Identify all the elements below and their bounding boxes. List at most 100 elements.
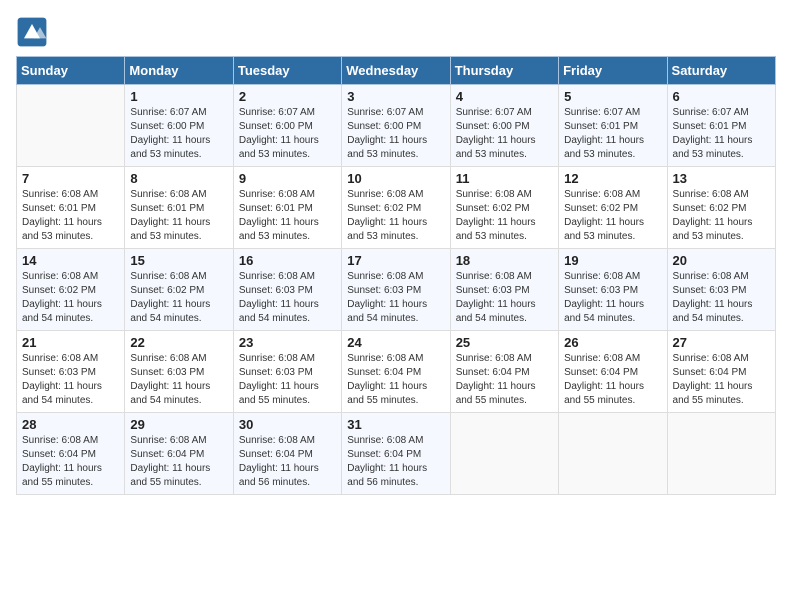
day-number: 5	[564, 89, 661, 104]
day-number: 7	[22, 171, 119, 186]
page-header	[16, 16, 776, 48]
day-info: Sunrise: 6:08 AM Sunset: 6:02 PM Dayligh…	[22, 270, 119, 326]
day-number: 1	[130, 89, 227, 104]
day-number: 28	[22, 417, 119, 432]
calendar-day-cell: 27 Sunrise: 6:08 AM Sunset: 6:04 PM Dayli…	[667, 331, 775, 413]
day-info: Sunrise: 6:08 AM Sunset: 6:04 PM Dayligh…	[130, 434, 227, 490]
day-number: 21	[22, 335, 119, 350]
day-info: Sunrise: 6:08 AM Sunset: 6:04 PM Dayligh…	[347, 352, 444, 408]
calendar-day-cell: 24Sunrise: 6:08 AM Sunset: 6:04 PM Dayli…	[342, 331, 450, 413]
day-info: Sunrise: 6:08 AM Sunset: 6:03 PM Dayligh…	[239, 352, 336, 408]
day-info: Sunrise: 6:08 AM Sunset: 6:04 PM Dayligh…	[22, 434, 119, 490]
weekday-header-cell: Thursday	[450, 57, 558, 85]
calendar-day-cell: 11 Sunrise: 6:08 AM Sunset: 6:02 PM Dayli…	[450, 167, 558, 249]
weekday-header-cell: Tuesday	[233, 57, 341, 85]
day-number: 18	[456, 253, 553, 268]
day-info: Sunrise: 6:08 AM Sunset: 6:03 PM Dayligh…	[347, 270, 444, 326]
weekday-header-row: SundayMondayTuesdayWednesdayThursdayFrid…	[17, 57, 776, 85]
calendar-day-cell: 5 Sunrise: 6:07 AM Sunset: 6:01 PM Daylig…	[559, 85, 667, 167]
calendar-day-cell	[17, 85, 125, 167]
weekday-header-cell: Monday	[125, 57, 233, 85]
day-number: 16	[239, 253, 336, 268]
day-number: 12	[564, 171, 661, 186]
calendar-day-cell: 10 Sunrise: 6:08 AM Sunset: 6:02 PM Dayli…	[342, 167, 450, 249]
calendar-day-cell: 4 Sunrise: 6:07 AM Sunset: 6:00 PM Daylig…	[450, 85, 558, 167]
day-number: 17	[347, 253, 444, 268]
day-info: Sunrise: 6:07 AM Sunset: 6:01 PM Dayligh…	[673, 106, 770, 162]
calendar-day-cell	[667, 413, 775, 495]
logo-icon	[16, 16, 48, 48]
day-number: 30	[239, 417, 336, 432]
day-number: 31	[347, 417, 444, 432]
calendar-body: 1 Sunrise: 6:07 AM Sunset: 6:00 PM Daylig…	[17, 85, 776, 495]
day-number: 13	[673, 171, 770, 186]
day-number: 10	[347, 171, 444, 186]
day-number: 9	[239, 171, 336, 186]
calendar-day-cell: 3 Sunrise: 6:07 AM Sunset: 6:00 PM Daylig…	[342, 85, 450, 167]
day-info: Sunrise: 6:08 AM Sunset: 6:01 PM Dayligh…	[22, 188, 119, 244]
day-info: Sunrise: 6:08 AM Sunset: 6:04 PM Dayligh…	[239, 434, 336, 490]
calendar-header: SundayMondayTuesdayWednesdayThursdayFrid…	[17, 57, 776, 85]
calendar-day-cell: 13Sunrise: 6:08 AM Sunset: 6:02 PM Dayli…	[667, 167, 775, 249]
weekday-header-cell: Sunday	[17, 57, 125, 85]
day-info: Sunrise: 6:08 AM Sunset: 6:02 PM Dayligh…	[130, 270, 227, 326]
calendar-day-cell: 9 Sunrise: 6:08 AM Sunset: 6:01 PM Daylig…	[233, 167, 341, 249]
day-info: Sunrise: 6:07 AM Sunset: 6:00 PM Dayligh…	[347, 106, 444, 162]
day-info: Sunrise: 6:08 AM Sunset: 6:02 PM Dayligh…	[456, 188, 553, 244]
day-number: 4	[456, 89, 553, 104]
day-number: 8	[130, 171, 227, 186]
day-info: Sunrise: 6:08 AM Sunset: 6:03 PM Dayligh…	[22, 352, 119, 408]
day-info: Sunrise: 6:08 AM Sunset: 6:03 PM Dayligh…	[239, 270, 336, 326]
calendar-week-row: 21 Sunrise: 6:08 AM Sunset: 6:03 PM Dayli…	[17, 331, 776, 413]
day-number: 27	[673, 335, 770, 350]
day-info: Sunrise: 6:08 AM Sunset: 6:02 PM Dayligh…	[347, 188, 444, 244]
day-number: 11	[456, 171, 553, 186]
calendar-day-cell: 7 Sunrise: 6:08 AM Sunset: 6:01 PM Daylig…	[17, 167, 125, 249]
day-info: Sunrise: 6:08 AM Sunset: 6:04 PM Dayligh…	[564, 352, 661, 408]
calendar-day-cell: 16 Sunrise: 6:08 AM Sunset: 6:03 PM Dayli…	[233, 249, 341, 331]
day-info: Sunrise: 6:08 AM Sunset: 6:04 PM Dayligh…	[673, 352, 770, 408]
day-info: Sunrise: 6:08 AM Sunset: 6:02 PM Dayligh…	[564, 188, 661, 244]
calendar-day-cell: 17 Sunrise: 6:08 AM Sunset: 6:03 PM Dayli…	[342, 249, 450, 331]
calendar-day-cell: 6 Sunrise: 6:07 AM Sunset: 6:01 PM Daylig…	[667, 85, 775, 167]
day-info: Sunrise: 6:08 AM Sunset: 6:03 PM Dayligh…	[456, 270, 553, 326]
calendar-week-row: 7 Sunrise: 6:08 AM Sunset: 6:01 PM Daylig…	[17, 167, 776, 249]
calendar-day-cell: 12 Sunrise: 6:08 AM Sunset: 6:02 PM Dayli…	[559, 167, 667, 249]
calendar-day-cell: 19 Sunrise: 6:08 AM Sunset: 6:03 PM Dayli…	[559, 249, 667, 331]
day-number: 3	[347, 89, 444, 104]
weekday-header-cell: Friday	[559, 57, 667, 85]
day-number: 6	[673, 89, 770, 104]
day-number: 29	[130, 417, 227, 432]
calendar-day-cell	[450, 413, 558, 495]
day-info: Sunrise: 6:08 AM Sunset: 6:01 PM Dayligh…	[130, 188, 227, 244]
calendar-day-cell: 25Sunrise: 6:08 AM Sunset: 6:04 PM Dayli…	[450, 331, 558, 413]
calendar-day-cell: 1Sunrise: 6:07 AM Sunset: 6:00 PM Daylig…	[125, 85, 233, 167]
day-number: 26	[564, 335, 661, 350]
calendar-day-cell: 15 Sunrise: 6:08 AM Sunset: 6:02 PM Dayli…	[125, 249, 233, 331]
calendar-table: SundayMondayTuesdayWednesdayThursdayFrid…	[16, 56, 776, 495]
calendar-week-row: 28 Sunrise: 6:08 AM Sunset: 6:04 PM Dayli…	[17, 413, 776, 495]
day-info: Sunrise: 6:07 AM Sunset: 6:01 PM Dayligh…	[564, 106, 661, 162]
day-info: Sunrise: 6:07 AM Sunset: 6:00 PM Dayligh…	[456, 106, 553, 162]
day-info: Sunrise: 6:08 AM Sunset: 6:03 PM Dayligh…	[564, 270, 661, 326]
calendar-day-cell: 26 Sunrise: 6:08 AM Sunset: 6:04 PM Dayli…	[559, 331, 667, 413]
day-number: 2	[239, 89, 336, 104]
day-info: Sunrise: 6:07 AM Sunset: 6:00 PM Dayligh…	[239, 106, 336, 162]
day-number: 20	[673, 253, 770, 268]
calendar-day-cell: 8 Sunrise: 6:08 AM Sunset: 6:01 PM Daylig…	[125, 167, 233, 249]
calendar-day-cell: 31 Sunrise: 6:08 AM Sunset: 6:04 PM Dayli…	[342, 413, 450, 495]
day-number: 19	[564, 253, 661, 268]
day-number: 14	[22, 253, 119, 268]
calendar-day-cell: 20Sunrise: 6:08 AM Sunset: 6:03 PM Dayli…	[667, 249, 775, 331]
day-info: Sunrise: 6:08 AM Sunset: 6:01 PM Dayligh…	[239, 188, 336, 244]
logo	[16, 16, 52, 48]
calendar-day-cell: 22Sunrise: 6:08 AM Sunset: 6:03 PM Dayli…	[125, 331, 233, 413]
calendar-week-row: 1 Sunrise: 6:07 AM Sunset: 6:00 PM Daylig…	[17, 85, 776, 167]
calendar-week-row: 14 Sunrise: 6:08 AM Sunset: 6:02 PM Dayli…	[17, 249, 776, 331]
calendar-day-cell: 21 Sunrise: 6:08 AM Sunset: 6:03 PM Dayli…	[17, 331, 125, 413]
day-info: Sunrise: 6:08 AM Sunset: 6:03 PM Dayligh…	[130, 352, 227, 408]
day-number: 25	[456, 335, 553, 350]
day-number: 15	[130, 253, 227, 268]
calendar-day-cell: 18 Sunrise: 6:08 AM Sunset: 6:03 PM Dayli…	[450, 249, 558, 331]
day-info: Sunrise: 6:08 AM Sunset: 6:04 PM Dayligh…	[347, 434, 444, 490]
